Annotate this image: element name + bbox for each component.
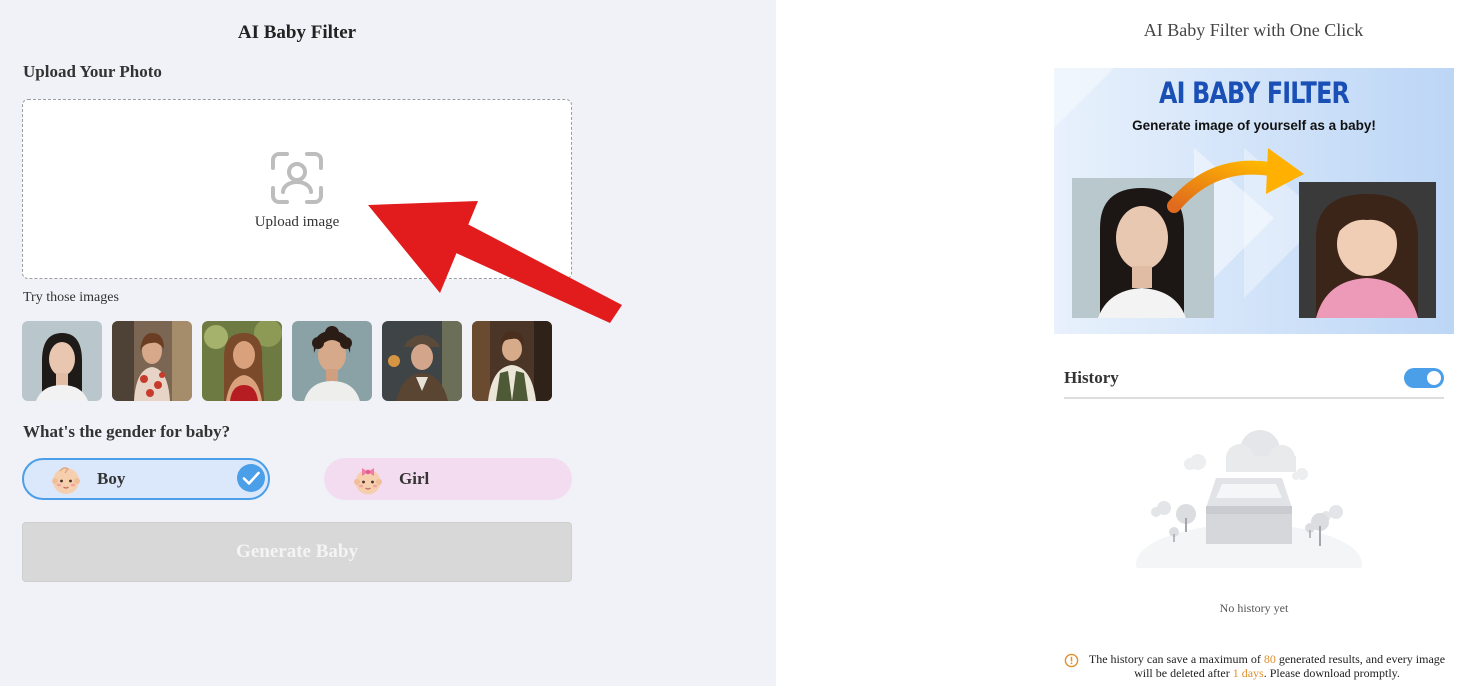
sample-images <box>22 321 552 401</box>
check-circle-icon <box>237 464 265 492</box>
banner-title: AI BABY FILTER <box>1158 76 1350 110</box>
gender-option-label: Girl <box>399 469 430 488</box>
notice-text-1: The history can save a maximum of <box>1088 652 1264 666</box>
notice-text-3: . Please download promptly. <box>1263 666 1400 680</box>
gender-option-label: Boy <box>97 469 126 488</box>
history-toggle[interactable] <box>1404 368 1444 388</box>
app-title: AI Baby Filter <box>237 22 357 43</box>
sample-image-2[interactable] <box>112 321 192 401</box>
banner-subtitle: Generate image of yourself as a baby! <box>1132 118 1376 133</box>
no-history-text: No history yet <box>1219 601 1289 615</box>
feature-title: AI Baby Filter with One Click <box>1143 20 1364 40</box>
history-divider <box>1064 397 1444 399</box>
generate-baby-button[interactable]: Generate Baby <box>22 522 572 582</box>
gender-option-girl[interactable]: Girl <box>324 458 572 500</box>
notice-days: 1 days <box>1232 666 1264 680</box>
notice-max-results: 80 <box>1263 652 1276 666</box>
upload-section-label: Upload Your Photo <box>23 62 162 81</box>
upload-dropzone[interactable]: Upload image <box>22 99 572 279</box>
sample-image-4[interactable] <box>292 321 372 401</box>
sample-image-1[interactable] <box>22 321 102 401</box>
history-title: History <box>1064 368 1119 387</box>
sample-image-5[interactable] <box>382 321 462 401</box>
sample-image-3[interactable] <box>202 321 282 401</box>
info-panel: AI Baby Filter with One Click AI BABY FI… <box>776 0 1475 686</box>
baby-boy-icon <box>52 467 80 494</box>
generator-panel: AI Baby Filter Upload Your Photo Upload … <box>0 0 776 686</box>
gender-question: What's the gender for baby? <box>23 422 231 441</box>
face-scan-icon <box>271 152 323 204</box>
toggle-knob <box>1427 371 1441 385</box>
baby-girl-icon <box>354 468 382 495</box>
history-notice: The history can save a maximum of 80 gen… <box>1062 652 1452 680</box>
promo-banner: AI BABY FILTER Generate image of yoursel… <box>1054 68 1454 334</box>
warning-icon <box>1064 653 1079 668</box>
sample-image-6[interactable] <box>472 321 552 401</box>
upload-image-text: Upload image <box>254 214 340 230</box>
gender-option-boy[interactable]: Boy <box>22 458 270 500</box>
empty-box-illustration <box>1136 430 1362 568</box>
try-images-label: Try those images <box>23 290 119 305</box>
